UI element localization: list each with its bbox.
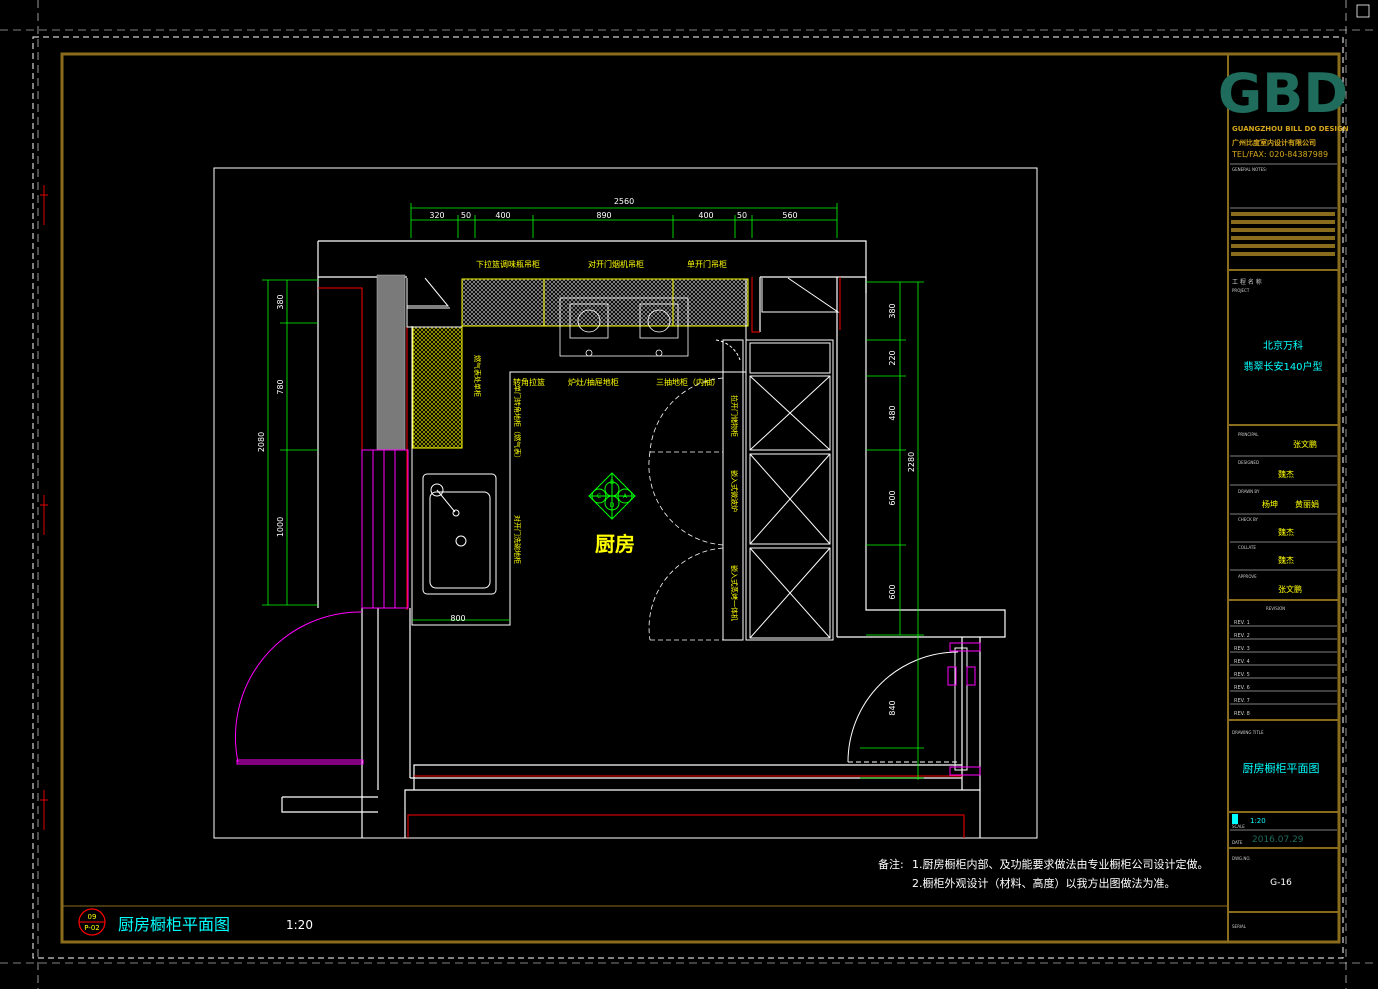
svg-text:600: 600: [888, 490, 897, 505]
svg-text:嵌入式蒸烤一体机: 嵌入式蒸烤一体机: [730, 565, 739, 621]
cabinet-door-swings: [648, 377, 724, 641]
svg-text:SCALE: SCALE: [1232, 824, 1245, 829]
svg-text:B: B: [610, 479, 614, 486]
svg-text:下拉篮调味瓶吊柜: 下拉篮调味瓶吊柜: [476, 259, 540, 269]
svg-text:2280: 2280: [907, 452, 916, 472]
svg-text:GUANGZHOU BILL DO DESIGN: GUANGZHOU BILL DO DESIGN: [1232, 125, 1349, 133]
svg-text:魏杰: 魏杰: [1278, 555, 1294, 565]
svg-text:魏杰: 魏杰: [1278, 469, 1294, 479]
svg-text:1.厨房橱柜内部、及功能要求做法由专业橱柜公司设计定做。: 1.厨房橱柜内部、及功能要求做法由专业橱柜公司设计定做。: [912, 857, 1209, 871]
svg-text:G-16: G-16: [1270, 878, 1292, 888]
svg-text:DRAWING TITLE: DRAWING TITLE: [1232, 730, 1264, 735]
svg-text:REVISION: REVISION: [1266, 606, 1285, 611]
svg-text:D: D: [610, 502, 615, 509]
svg-text:600: 600: [888, 584, 897, 599]
svg-text:400: 400: [698, 211, 713, 220]
svg-text:对开门烟机吊柜: 对开门烟机吊柜: [588, 259, 644, 269]
svg-text:1000: 1000: [276, 517, 285, 537]
svg-text:380: 380: [276, 294, 285, 309]
sink: [422, 473, 497, 595]
svg-text:2080: 2080: [257, 432, 266, 452]
base-cabinets: [406, 277, 840, 640]
svg-text:1:20: 1:20: [1250, 817, 1266, 825]
svg-text:杨坤: 杨坤: [1262, 499, 1278, 509]
svg-text:单开门吊柜: 单开门吊柜: [687, 259, 727, 269]
svg-text:广州比度室内设计有限公司: 广州比度室内设计有限公司: [1232, 138, 1316, 147]
svg-text:黄丽娟: 黄丽娟: [1295, 499, 1319, 509]
svg-text:REV. 2: REV. 2: [1234, 633, 1250, 639]
svg-text:320: 320: [429, 211, 444, 220]
tall-cabinets: [722, 339, 834, 641]
svg-text:480: 480: [888, 405, 897, 420]
dim-text-left: 2080 380 780 1000: [257, 294, 285, 537]
svg-text:2560: 2560: [614, 197, 634, 206]
svg-text:DATE: DATE: [1232, 840, 1243, 845]
notes: 备注: 1.厨房橱柜内部、及功能要求做法由专业橱柜公司设计定做。 2.橱柜外观设…: [878, 857, 1209, 890]
svg-text:APPROVE: APPROVE: [1238, 574, 1257, 579]
room-label: 厨房: [595, 532, 635, 556]
svg-text:50: 50: [461, 211, 471, 220]
svg-text:780: 780: [276, 379, 285, 394]
column: [376, 274, 406, 451]
svg-text:220: 220: [888, 350, 897, 365]
svg-text:2.橱柜外观设计（材料、高度）以我方出图做法为准。: 2.橱柜外观设计（材料、高度）以我方出图做法为准。: [912, 876, 1176, 890]
svg-text:PROJECT: PROJECT: [1232, 288, 1250, 293]
svg-text:P-02: P-02: [84, 924, 100, 932]
svg-text:09: 09: [88, 913, 97, 921]
cad-drawing: GBD 2560 320 50 400 890 400 50 560 800 2…: [0, 0, 1378, 989]
window-magenta: [235, 449, 409, 765]
dim-text-right: 2280 380 220 480 600 600 840: [888, 303, 916, 715]
svg-text:DRAWN BY: DRAWN BY: [1238, 489, 1260, 494]
svg-text:CHECK BY: CHECK BY: [1238, 517, 1259, 522]
svg-text:REV. 4: REV. 4: [1234, 659, 1250, 665]
svg-text:翡翠长安140户型: 翡翠长安140户型: [1243, 360, 1322, 373]
edge-markers: [40, 185, 48, 830]
svg-text:工 程 名 称: 工 程 名 称: [1232, 278, 1262, 286]
svg-text:380: 380: [888, 303, 897, 318]
svg-text:SERIAL: SERIAL: [1232, 924, 1247, 929]
svg-text:50: 50: [737, 211, 747, 220]
svg-text:REV. 8: REV. 8: [1234, 711, 1250, 717]
svg-text:PRINCIPAL: PRINCIPAL: [1238, 432, 1259, 437]
svg-text:对开门洗碗地柜: 对开门洗碗地柜: [513, 515, 522, 564]
svg-text:TEL/FAX: 020-84387989: TEL/FAX: 020-84387989: [1231, 150, 1328, 159]
svg-text:厨房橱柜平面图: 厨房橱柜平面图: [1243, 761, 1320, 775]
sheet-frame: [0, 0, 1378, 989]
svg-text:REV. 7: REV. 7: [1234, 698, 1250, 704]
svg-text:560: 560: [782, 211, 797, 220]
title-block: [62, 54, 1339, 942]
svg-text:COLLATE: COLLATE: [1238, 545, 1256, 550]
svg-text:DWG.NO.: DWG.NO.: [1232, 856, 1251, 861]
svg-text:单门转角地柜（燃气表）: 单门转角地柜（燃气表）: [513, 385, 522, 462]
svg-text:C: C: [597, 493, 601, 500]
svg-text:张文鹏: 张文鹏: [1278, 584, 1302, 594]
title-bar: 09 P-02 厨房橱柜平面图 1:20: [78, 908, 313, 936]
svg-text:1:20: 1:20: [286, 918, 313, 932]
svg-text:备注:: 备注:: [878, 857, 904, 871]
svg-text:2016.07.29: 2016.07.29: [1252, 835, 1304, 845]
svg-text:400: 400: [495, 211, 510, 220]
svg-text:REV. 6: REV. 6: [1234, 685, 1250, 691]
svg-text:REV. 5: REV. 5: [1234, 672, 1250, 678]
svg-text:三抽地柜（内抽）: 三抽地柜（内抽）: [656, 377, 720, 387]
svg-text:GENERAL NOTES:: GENERAL NOTES:: [1232, 167, 1267, 172]
svg-text:魏杰: 魏杰: [1278, 527, 1294, 537]
company-logo: GBD: [1218, 62, 1348, 125]
svg-text:拉开门储物柜: 拉开门储物柜: [730, 395, 739, 437]
svg-text:GBD: GBD: [1218, 62, 1348, 125]
svg-text:张文鹏: 张文鹏: [1293, 439, 1317, 449]
svg-text:REV. 1: REV. 1: [1234, 620, 1250, 626]
svg-text:REV. 3: REV. 3: [1234, 646, 1250, 652]
door-right: [847, 642, 981, 776]
svg-text:厨房橱柜平面图: 厨房橱柜平面图: [118, 915, 230, 934]
svg-text:北京万科: 北京万科: [1263, 339, 1303, 352]
svg-text:840: 840: [888, 700, 897, 715]
vertical-labels: 燃气表处单柜 单门转角地柜（燃气表） 对开门洗碗地柜 拉开门储物柜 嵌入式微波炉…: [473, 355, 739, 621]
svg-text:炉灶/抽屉地柜: 炉灶/抽屉地柜: [568, 377, 619, 387]
svg-text:嵌入式微波炉: 嵌入式微波炉: [730, 470, 739, 512]
svg-text:800: 800: [450, 614, 465, 623]
svg-text:燃气表处单柜: 燃气表处单柜: [473, 355, 482, 397]
svg-text:DESIGNED: DESIGNED: [1238, 460, 1259, 465]
svg-text:890: 890: [596, 211, 611, 220]
